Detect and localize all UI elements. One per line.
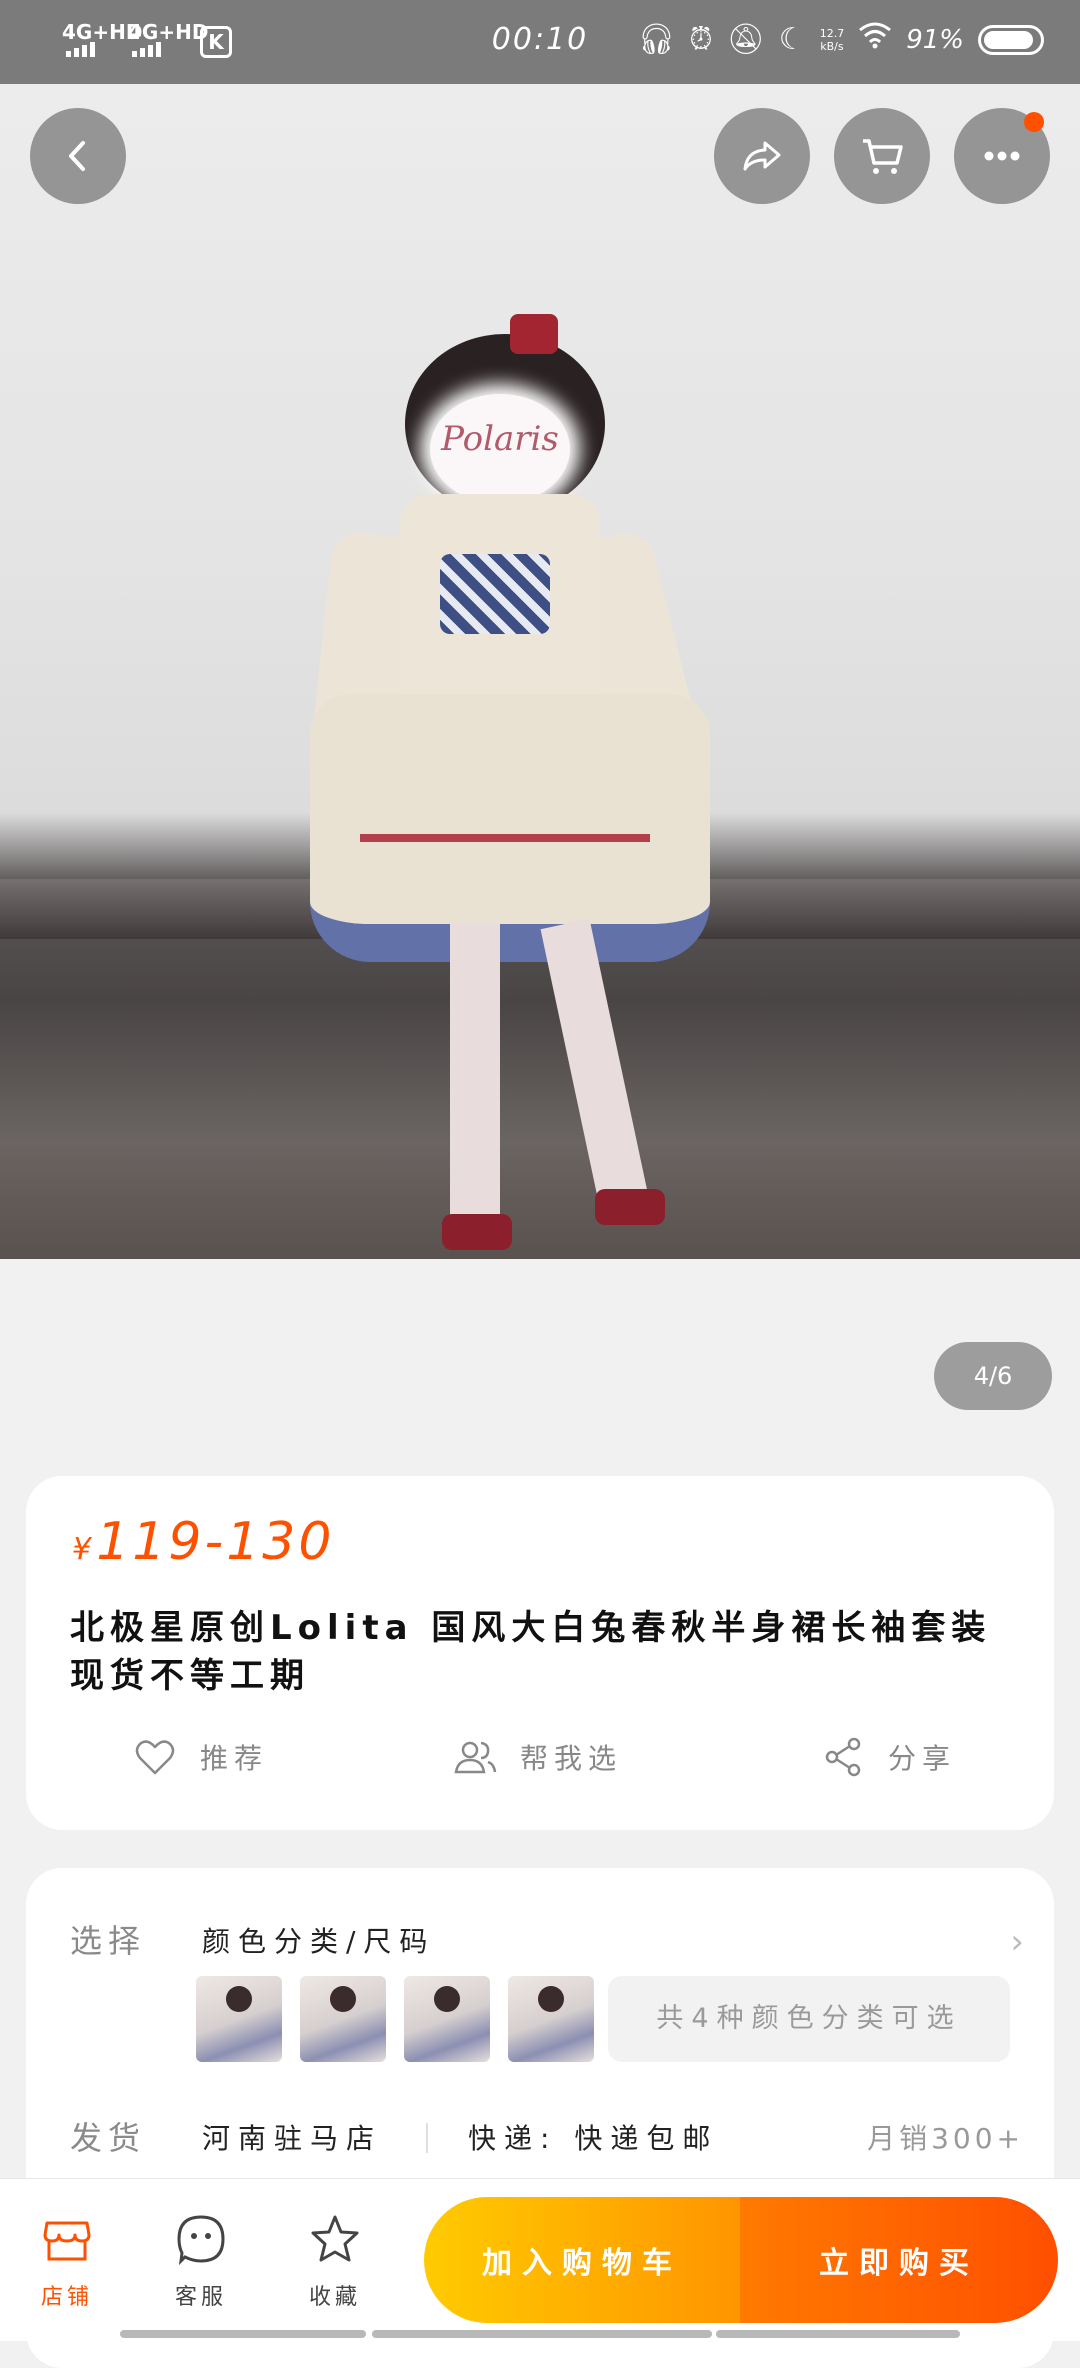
- chevron-left-icon: [69, 141, 85, 171]
- share-icon: [825, 1737, 861, 1777]
- product-info-card: ¥ 119-130 北极星原创Lolita 国风大白兔春秋半身裙长袖套装现货不等…: [26, 1476, 1054, 1830]
- help-choose-button[interactable]: 帮我选: [452, 1734, 622, 1780]
- recommend-label: 推荐: [200, 1742, 269, 1775]
- recommend-button[interactable]: 推荐: [132, 1734, 268, 1780]
- shop-label: 店铺: [40, 2285, 93, 2310]
- divider: [426, 2123, 428, 2153]
- monthly-sales: 月销300+: [867, 2122, 1024, 2155]
- customer-service-tab[interactable]: 客服: [156, 2211, 246, 2311]
- price: ¥ 119-130: [72, 1512, 334, 1572]
- product-image[interactable]: Polaris: [0, 84, 1080, 1259]
- store-icon: [43, 2221, 91, 2261]
- buy-now-button[interactable]: 立即购买: [740, 2197, 1058, 2323]
- more-button[interactable]: [954, 108, 1050, 204]
- product-actions: 推荐 帮我选 分享: [26, 1734, 1054, 1794]
- mute-icon: 🔕︎: [726, 22, 765, 57]
- star-icon: [311, 2215, 359, 2262]
- watermark-logo: Polaris: [441, 419, 559, 459]
- chat-bubble-icon: [177, 2215, 225, 2266]
- sku-thumbnail[interactable]: [196, 1976, 282, 2062]
- share-button[interactable]: [714, 108, 810, 204]
- cart-button[interactable]: [834, 108, 930, 204]
- price-range: 119-130: [96, 1512, 335, 1572]
- moon-icon: ☾: [778, 22, 806, 57]
- chevron-right-icon[interactable]: ›: [1010, 1922, 1024, 1962]
- gesture-bar-segment: [716, 2330, 960, 2338]
- product-title: 北极星原创Lolita 国风大白兔春秋半身裙长袖套装现货不等工期: [70, 1608, 992, 1696]
- people-icon: [454, 1741, 497, 1774]
- status-bar: 4G+HD 4G+HD K 00:10 🎧︎ ⏰︎ 🔕︎ ☾ 12.7 kB/s …: [0, 0, 1080, 84]
- bottom-action-bar: 店铺 客服 收藏 加入购物车 立即购买: [0, 2178, 1080, 2341]
- currency-symbol: ¥: [72, 1532, 92, 1567]
- select-label: 选择: [70, 1922, 147, 1960]
- add-to-cart-button[interactable]: 加入购物车: [424, 2197, 740, 2323]
- back-button[interactable]: [30, 108, 126, 204]
- forward-arrow-icon: [743, 141, 781, 171]
- alarm-icon: ⏰︎: [689, 22, 713, 57]
- favorite-tab[interactable]: 收藏: [290, 2211, 380, 2311]
- shipping-label: 发货: [70, 2119, 147, 2157]
- wifi-icon: [858, 20, 892, 60]
- sku-thumbnail[interactable]: [404, 1976, 490, 2062]
- image-counter: 4/6: [934, 1342, 1052, 1410]
- battery-percent: 91%: [906, 25, 964, 55]
- network-speed: 12.7 kB/s: [819, 27, 845, 53]
- more-options-button[interactable]: 共4种颜色分类可选: [608, 1976, 1010, 2062]
- headphones-icon: 🎧︎: [637, 22, 676, 57]
- favorite-label: 收藏: [308, 2285, 361, 2310]
- notification-dot: [1024, 112, 1044, 132]
- share-label: 分享: [888, 1742, 957, 1775]
- cart-icon: [863, 139, 903, 174]
- service-label: 客服: [174, 2285, 227, 2310]
- shipping-location: 河南驻马店: [202, 2122, 383, 2155]
- sku-thumbnail[interactable]: [300, 1976, 386, 2062]
- sku-thumbnail[interactable]: [508, 1976, 594, 2062]
- help-choose-label: 帮我选: [520, 1742, 623, 1775]
- heart-icon: [135, 1740, 175, 1775]
- shipping-row[interactable]: 发货 河南驻马店 快递: 快递包邮 月销300+: [26, 2113, 1054, 2163]
- sku-option-name[interactable]: 颜色分类/尺码: [202, 1920, 435, 1960]
- more-dots-icon: [984, 151, 1020, 161]
- gesture-bar-segment: [372, 2330, 712, 2338]
- share-action-button[interactable]: 分享: [820, 1734, 956, 1780]
- photo-model: Polaris: [306, 314, 810, 1284]
- battery-icon: [978, 25, 1044, 55]
- shipping-method: 快递: 快递包邮: [468, 2122, 719, 2155]
- shop-tab[interactable]: 店铺: [22, 2211, 112, 2311]
- gesture-bar-segment: [120, 2330, 366, 2338]
- sku-thumbnails: [196, 1976, 594, 2062]
